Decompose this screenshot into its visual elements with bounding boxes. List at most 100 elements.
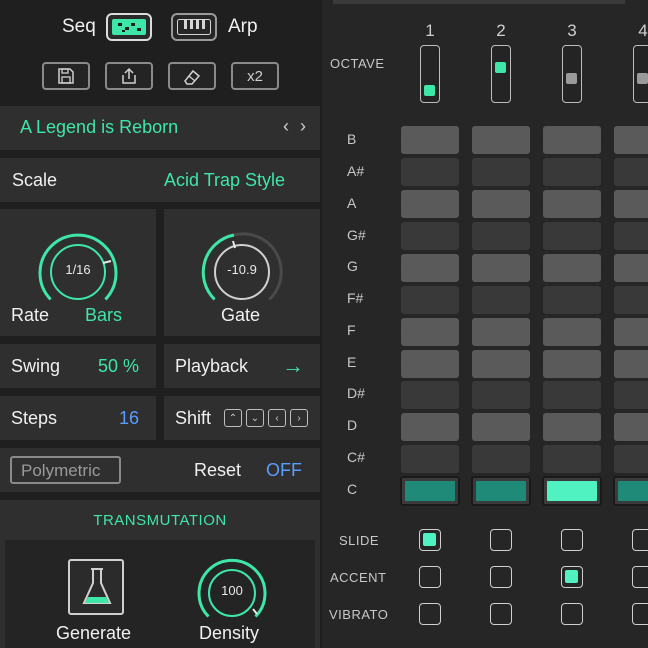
grid-cell[interactable]: [614, 445, 648, 473]
save-button[interactable]: [42, 62, 90, 90]
grid-cell[interactable]: [543, 381, 601, 409]
grid-cell[interactable]: [401, 286, 459, 314]
grid-cell[interactable]: [401, 254, 459, 282]
octave-slider[interactable]: [633, 45, 648, 103]
column-number: 4: [638, 21, 648, 40]
grid-cell-selected[interactable]: [613, 476, 648, 506]
preset-bar[interactable]: A Legend is Reborn ‹ ›: [0, 106, 320, 150]
scale-row[interactable]: Scale Acid Trap Style: [0, 158, 320, 202]
grid-cell-selected[interactable]: [471, 476, 531, 506]
top-scrollbar[interactable]: [333, 0, 625, 4]
grid-cell[interactable]: [543, 318, 601, 346]
octave-slider[interactable]: [491, 45, 511, 103]
grid-cell[interactable]: [614, 254, 648, 282]
grid-cell[interactable]: [472, 445, 530, 473]
octave-slider[interactable]: [562, 45, 582, 103]
shift-right-button[interactable]: ›: [290, 409, 308, 427]
grid-cell[interactable]: [472, 222, 530, 250]
grid-cell[interactable]: [543, 190, 601, 218]
export-button[interactable]: [105, 62, 153, 90]
grid-cell-active[interactable]: [542, 476, 602, 506]
octave-thumb[interactable]: [566, 73, 577, 84]
seq-mode-button[interactable]: [106, 13, 152, 41]
reset-label: Reset: [194, 460, 242, 480]
arp-mode-button[interactable]: [171, 13, 217, 41]
vibrato-checkbox[interactable]: [419, 603, 441, 625]
grid-cell[interactable]: [614, 413, 648, 441]
eraser-button[interactable]: [168, 62, 216, 90]
grid-cell[interactable]: [472, 158, 530, 186]
density-value: 100: [221, 583, 243, 598]
shift-up-button[interactable]: ⌃: [224, 409, 242, 427]
slide-checkbox[interactable]: [632, 529, 648, 551]
piano-icon: [177, 19, 211, 35]
grid-cell[interactable]: [614, 190, 648, 218]
grid-cell[interactable]: [401, 222, 459, 250]
preset-prev-icon[interactable]: ‹: [283, 116, 289, 137]
grid-cell[interactable]: [543, 445, 601, 473]
double-button[interactable]: x2: [231, 62, 279, 90]
polymetric-button[interactable]: Polymetric: [10, 456, 121, 484]
grid-cell[interactable]: [614, 126, 648, 154]
grid-cell[interactable]: [614, 222, 648, 250]
shift-down-button[interactable]: ⌄: [246, 409, 264, 427]
grid-cell[interactable]: [543, 254, 601, 282]
grid-cell[interactable]: [543, 286, 601, 314]
rate-unit[interactable]: Bars: [85, 305, 122, 326]
swing-row[interactable]: Swing 50 %: [0, 344, 156, 388]
playback-label: Playback: [175, 356, 249, 376]
grid-cell[interactable]: [472, 350, 530, 378]
grid-cell[interactable]: [401, 126, 459, 154]
grid-cell[interactable]: [472, 286, 530, 314]
accent-checkbox[interactable]: [632, 566, 648, 588]
vibrato-checkbox[interactable]: [561, 603, 583, 625]
octave-thumb[interactable]: [637, 73, 648, 84]
grid-cell[interactable]: [614, 381, 648, 409]
grid-cell[interactable]: [472, 190, 530, 218]
grid-cell[interactable]: [472, 126, 530, 154]
grid-cell[interactable]: [543, 222, 601, 250]
note-label: F#: [347, 290, 364, 306]
slide-checkbox[interactable]: [561, 529, 583, 551]
grid-cell[interactable]: [472, 254, 530, 282]
steps-row[interactable]: Steps 16: [0, 396, 156, 440]
grid-cell[interactable]: [472, 381, 530, 409]
octave-thumb[interactable]: [495, 62, 506, 73]
shift-left-button[interactable]: ‹: [268, 409, 286, 427]
grid-cell[interactable]: [543, 413, 601, 441]
grid-cell[interactable]: [543, 126, 601, 154]
grid-cell[interactable]: [401, 158, 459, 186]
vibrato-checkbox[interactable]: [490, 603, 512, 625]
accent-checkbox[interactable]: [490, 566, 512, 588]
grid-cell[interactable]: [401, 413, 459, 441]
steps-label: Steps: [11, 408, 58, 428]
reset-value[interactable]: OFF: [266, 460, 302, 481]
octave-thumb[interactable]: [424, 85, 435, 96]
vibrato-checkbox[interactable]: [632, 603, 648, 625]
swing-value: 50 %: [98, 356, 140, 376]
playback-row[interactable]: Playback →: [164, 344, 320, 388]
slide-checkbox[interactable]: [419, 529, 441, 551]
grid-cell[interactable]: [614, 158, 648, 186]
grid-cell[interactable]: [614, 350, 648, 378]
preset-next-icon[interactable]: ›: [300, 116, 306, 137]
grid-cell[interactable]: [472, 318, 530, 346]
grid-cell[interactable]: [543, 158, 601, 186]
grid-cell-selected[interactable]: [400, 476, 460, 506]
note-fill: [405, 481, 455, 501]
grid-cell[interactable]: [614, 318, 648, 346]
grid-cell[interactable]: [401, 350, 459, 378]
generate-button[interactable]: [68, 559, 124, 615]
grid-cell[interactable]: [401, 445, 459, 473]
octave-slider[interactable]: [420, 45, 440, 103]
grid-cell[interactable]: [472, 413, 530, 441]
grid-cell[interactable]: [543, 350, 601, 378]
accent-checkbox[interactable]: [561, 566, 583, 588]
grid-cell[interactable]: [401, 190, 459, 218]
grid-cell[interactable]: [614, 286, 648, 314]
slide-checkbox[interactable]: [490, 529, 512, 551]
flask-icon: [82, 568, 112, 604]
grid-cell[interactable]: [401, 381, 459, 409]
grid-cell[interactable]: [401, 318, 459, 346]
accent-checkbox[interactable]: [419, 566, 441, 588]
